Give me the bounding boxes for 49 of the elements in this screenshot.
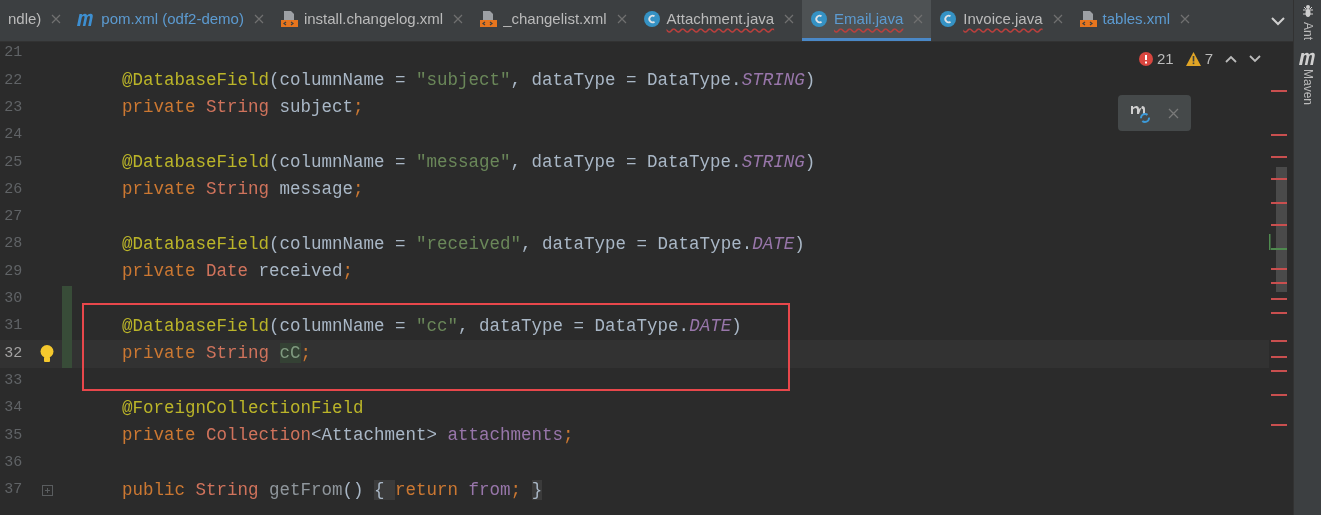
code-text: @DatabaseField(columnName = "message", dataType = DataType.STRING): [122, 152, 816, 173]
tab-label: ndle): [8, 8, 42, 29]
code-text: public String getFrom() { return from; }: [122, 479, 543, 500]
line-number: 26: [3, 179, 23, 200]
line-number: 22: [3, 70, 23, 91]
tab-label: tables.xml: [1102, 8, 1171, 29]
tool-window-button[interactable]: Maven: [1298, 52, 1317, 106]
tab-label: install.changelog.xml: [303, 8, 444, 29]
code-text: private Date received;: [122, 261, 354, 282]
tab-label: Invoice.java: [963, 8, 1043, 29]
code-text: @DatabaseField(columnName = "cc", dataType = DataType.DATE): [122, 315, 742, 336]
line-number: 30: [3, 289, 23, 310]
line-number: 25: [3, 152, 23, 173]
code-text: private Collection<Attachment> attachments;: [122, 425, 574, 446]
line-number: 23: [3, 98, 23, 118]
editor-tab[interactable]: Invoice.java: [931, 0, 1071, 41]
editor-tab[interactable]: ndle): [0, 0, 70, 41]
line-number: 37: [3, 480, 23, 501]
editor-tab[interactable]: pom.xml (odf2-demo): [69, 0, 272, 41]
line-number: 36: [3, 452, 23, 473]
tab-label: Email.java: [834, 8, 904, 29]
tab-label: pom.xml (odf2-demo): [101, 8, 244, 29]
error-count: 21: [1156, 49, 1174, 69]
editor-tab[interactable]: Attachment.java: [634, 0, 803, 41]
tab-label: Attachment.java: [666, 8, 775, 29]
code-text: @DatabaseField(columnName = "subject", dataType = DataType.STRING): [122, 70, 816, 91]
line-number: 31: [3, 316, 23, 337]
line-number: 29: [3, 261, 23, 282]
line-number: 21: [3, 43, 23, 64]
code-text: private String cC;: [122, 343, 312, 364]
tool-window-label: Ant: [1299, 22, 1316, 40]
line-number: 35: [3, 425, 23, 446]
editor-tab[interactable]: _changelist.xml: [471, 0, 635, 41]
code-text: private String subject;: [122, 97, 364, 118]
code-text: private String message;: [122, 179, 364, 200]
line-number: 28: [3, 234, 23, 255]
line-number: 33: [3, 370, 23, 391]
warning-count: 7: [1204, 49, 1213, 69]
line-number: 34: [3, 398, 23, 419]
editor-tab[interactable]: install.changelog.xml: [271, 0, 472, 41]
code-text: @ForeignCollectionField: [122, 397, 364, 418]
line-number: 24: [3, 125, 23, 146]
editor-tab[interactable]: tables.xml: [1070, 0, 1199, 41]
tab-label: _changelist.xml: [503, 8, 607, 29]
line-number: 32: [3, 343, 23, 364]
code-text: @DatabaseField(columnName = "received", dataType = DataType.DATE): [122, 233, 805, 254]
tool-window-button[interactable]: Ant: [1298, 4, 1317, 40]
tool-window-label: Maven: [1299, 69, 1316, 106]
line-number: 27: [3, 207, 23, 228]
